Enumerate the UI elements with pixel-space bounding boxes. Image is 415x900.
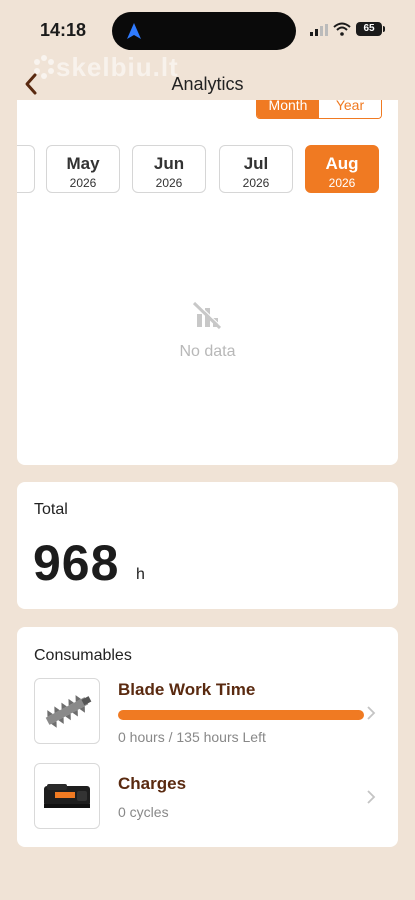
month-name: Jun: [153, 154, 185, 173]
chevron-right-icon: [367, 790, 376, 804]
consumables-card: Consumables Blade Work Time 0 hours / 13…: [17, 627, 398, 847]
hedge-trimmer-blade-image: [34, 678, 100, 744]
page-title: Analytics: [171, 74, 244, 94]
month-year: 2026: [69, 176, 97, 190]
charges-item[interactable]: Charges 0 cycles: [17, 763, 398, 831]
month-name: Jul: [243, 154, 269, 173]
battery-icon: 65: [356, 22, 382, 36]
year-toggle-button[interactable]: Year: [319, 100, 381, 118]
cellular-signal-icon: [310, 24, 328, 36]
month-toggle-button[interactable]: Month: [257, 100, 319, 118]
no-data-text: No data: [179, 343, 236, 360]
month-chip-may[interactable]: May 2026: [46, 145, 120, 193]
total-card: Total 968 h: [17, 482, 398, 609]
dynamic-island: [112, 12, 296, 50]
no-data-icon: [192, 301, 223, 330]
consumables-title: Consumables: [34, 647, 132, 664]
blade-work-time-item[interactable]: Blade Work Time 0 hours / 135 hours Left: [17, 678, 398, 746]
item-status: 0 hours / 135 hours Left: [118, 729, 266, 745]
month-chip-prev[interactable]: [17, 145, 35, 193]
month-name: May: [66, 154, 100, 173]
month-name: Aug: [325, 154, 359, 173]
month-year: 2026: [242, 176, 270, 190]
blade-progress-bar: [118, 710, 364, 720]
status-bar: 14:18 65: [0, 0, 415, 60]
month-chip-jul[interactable]: Jul 2026: [219, 145, 293, 193]
battery-pack-image: [34, 763, 100, 829]
item-name: Blade Work Time: [118, 680, 256, 699]
item-name: Charges: [118, 774, 187, 793]
month-chip-jun[interactable]: Jun 2026: [132, 145, 206, 193]
total-value: 968: [33, 535, 120, 591]
month-year: 2026: [155, 176, 183, 190]
month-selector[interactable]: May 2026 Jun 2026 Jul 2026 Aug 2026: [17, 144, 398, 198]
item-status: 0 cycles: [118, 804, 169, 820]
period-toggle: Month Year: [256, 100, 382, 119]
wifi-icon: [333, 22, 351, 36]
navigation-arrow-icon: [127, 23, 141, 39]
chevron-right-icon: [367, 706, 376, 720]
month-year: 2026: [328, 176, 356, 190]
total-label: Total: [34, 501, 68, 518]
month-chip-aug[interactable]: Aug 2026: [305, 145, 379, 193]
battery-tip: [383, 26, 385, 32]
status-time: 14:18: [40, 20, 87, 40]
total-unit: h: [136, 566, 145, 583]
